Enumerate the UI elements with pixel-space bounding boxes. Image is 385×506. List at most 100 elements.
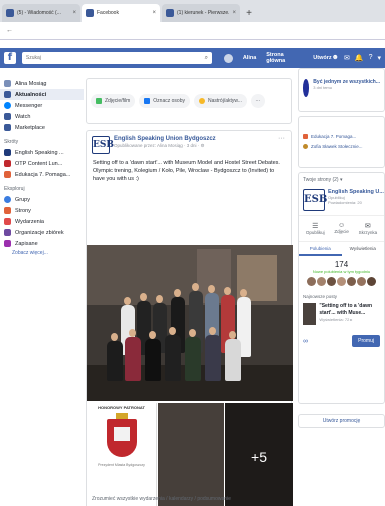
tab-likes[interactable]: Polubienia (299, 242, 342, 256)
post-options-icon[interactable]: ··· (278, 135, 285, 142)
photo-person (225, 339, 241, 381)
avatar[interactable] (337, 277, 346, 286)
group-suggestion-card[interactable]: Być jednym ze wszystkich... 3 dni temu (298, 68, 385, 112)
sidebar-item-pages[interactable]: Strony (0, 205, 84, 216)
page-logo-icon[interactable]: ESB (92, 136, 114, 154)
nav-profile-link[interactable]: Alina (243, 55, 256, 61)
chip-label: Oznacz osoby (153, 98, 185, 104)
photo-face (169, 327, 176, 335)
likes-count-subtitle: Nowe polubienia w tym tygodniu (312, 269, 371, 274)
sidebar-item-events[interactable]: Wydarzenia (0, 216, 84, 227)
photo-icon (96, 98, 102, 104)
account-menu-icon[interactable]: ▾ (377, 54, 381, 62)
photo-thumbnail-patronage[interactable]: HONOROWY PATRONAT Prezydent Miasta Bydgo… (87, 403, 157, 506)
tab-close-icon[interactable]: × (232, 10, 236, 16)
your-pages-title[interactable]: Twoje strony (2) ▾ (299, 173, 384, 185)
back-arrow-icon[interactable]: ← (6, 27, 13, 34)
sidebar-item-page-otp[interactable]: OTP Content Lun... (0, 158, 84, 169)
right-column: Być jednym ze wszystkich... 3 dni temu E… (298, 68, 385, 506)
browser-tab-3[interactable]: (1) kierunek - Pierwsze... × (162, 4, 240, 22)
post-header: ESB English Speaking Union Bydgoszcz Opu… (87, 131, 291, 154)
post-text: Setting off to a 'dawn start'... with Mu… (93, 160, 280, 182)
sidebar-item-marketplace[interactable]: Marketplace (0, 122, 84, 133)
sidebar-item-page-edukacja[interactable]: Edukacja 7. Pomaga... (0, 169, 84, 180)
nav-create-link[interactable]: Utwórz (313, 55, 331, 61)
facebook-logo-icon[interactable]: f (4, 52, 16, 64)
sidebar-item-watch[interactable]: Watch (0, 111, 84, 122)
recent-post[interactable]: "Setting off to a 'dawn start'... with M… (299, 301, 384, 327)
photo-thumbnail-room[interactable] (158, 403, 224, 506)
avatar[interactable] (224, 53, 233, 63)
photo-video-button[interactable]: Zdjęcie/film (91, 94, 136, 108)
inbox-action[interactable]: ✉ Skrzynka (359, 222, 378, 235)
page-card-footer: ∞ Promuj (299, 327, 384, 351)
search-icon[interactable]: ⌕ (205, 55, 208, 62)
photo-thumbnail-more[interactable]: +5 (225, 403, 293, 506)
avatar[interactable] (347, 277, 356, 286)
notifications-icon[interactable]: 🔔 (355, 54, 364, 62)
avatar[interactable] (327, 277, 336, 286)
avatar[interactable] (307, 277, 316, 286)
post-meta: Opublikowane przez: Alina Mosiąg · 3 dni… (114, 143, 205, 148)
photo-action[interactable]: ☺ Zdjęcie (334, 222, 349, 235)
friends-icon[interactable]: ☻ (332, 54, 339, 62)
avatar[interactable] (367, 277, 376, 286)
sidebar-item-saved[interactable]: Zapisane (0, 238, 84, 249)
your-pages-card: Twoje strony (2) ▾ ESB English Speaking … (298, 172, 385, 404)
more-photos-count: +5 (225, 403, 293, 506)
help-icon[interactable]: ? (369, 54, 373, 62)
photo-person (165, 335, 181, 381)
photo-face (189, 329, 196, 337)
tab-close-icon[interactable]: × (72, 10, 76, 16)
next-post-preview[interactable]: Zrozumieć wszystkie wydarzenia / kalenda… (86, 496, 292, 502)
see-more-link[interactable]: Zobacz więcej... (0, 249, 84, 258)
group-subtitle: 3 dni temu (313, 85, 332, 90)
page-summary: ESB English Speaking U... Opublikuj Powi… (299, 185, 384, 215)
sidebar-item-label: Organizacje zbiórek (15, 229, 64, 236)
search-input[interactable]: Szukaj ⌕ (21, 52, 213, 64)
liker-avatars (299, 277, 384, 286)
photo-face (111, 333, 118, 341)
browser-tab-1[interactable]: (5) - Wiadomość (... × (2, 4, 80, 22)
sidebar-item-fundraisers[interactable]: Organizacje zbiórek (0, 227, 84, 238)
tab-close-icon[interactable]: × (152, 10, 156, 16)
avatar[interactable] (317, 277, 326, 286)
tag-people-button[interactable]: Oznacz osoby (139, 94, 190, 108)
nav-home-link[interactable]: Strona główna (266, 52, 303, 64)
browser-tab-2[interactable]: Facebook × (82, 4, 160, 22)
create-promotion-link[interactable]: Utwórz promocję (298, 414, 385, 428)
post-composer[interactable]: Zdjęcie/film Oznacz osoby Nastrój/aktyw.… (86, 78, 292, 124)
post-main-photo[interactable] (87, 245, 293, 401)
sidebar-item-news-feed[interactable]: Aktualności (0, 89, 84, 100)
sidebar-item-groups[interactable]: Grupy (0, 194, 84, 205)
more-options-button[interactable]: ··· (250, 94, 265, 108)
tab-favicon-icon (6, 9, 14, 17)
promote-button[interactable]: Promuj (352, 335, 380, 347)
new-tab-button[interactable]: + (242, 4, 256, 22)
group-icon (303, 79, 310, 97)
page-stats-tabs: Polubienia Wyświetlenia (299, 241, 384, 256)
post-author[interactable]: English Speaking Union Bydgoszcz (114, 136, 216, 142)
avatar[interactable] (357, 277, 366, 286)
tab-views[interactable]: Wyświetlenia (342, 242, 385, 256)
feeling-button[interactable]: Nastrój/aktyw... (193, 94, 247, 108)
photo-person (125, 337, 141, 381)
photo-person (205, 335, 221, 381)
groups-icon (4, 196, 11, 203)
shortcut-row[interactable]: Edukacja 7. Pomaga... (303, 131, 380, 141)
sidebar-item-messenger[interactable]: Messenger (0, 100, 84, 111)
messages-icon[interactable]: ✉ (344, 54, 350, 62)
search-placeholder: Szukaj (25, 55, 41, 61)
sidebar-item-profile[interactable]: Alina Mosiąg (0, 78, 84, 89)
publish-action[interactable]: ☰ Opublikuj (306, 222, 325, 235)
messenger-icon[interactable]: ∞ (303, 338, 308, 345)
tab-title: (1) kierunek - Pierwsze... (177, 10, 230, 16)
shortcut-row[interactable]: Zofia Sławek Stołecznie... (303, 141, 380, 151)
sidebar-item-page-esu[interactable]: English Speaking ... (0, 147, 84, 158)
photo-face (129, 329, 136, 337)
page-logo-icon[interactable]: ESB (303, 189, 327, 211)
news-feed: Zdjęcie/film Oznacz osoby Nastrój/aktyw.… (86, 78, 296, 506)
chip-label: Nastrój/aktyw... (207, 98, 242, 104)
address-bar[interactable]: ← (0, 22, 385, 40)
sidebar-item-label: OTP Content Lun... (15, 160, 63, 167)
